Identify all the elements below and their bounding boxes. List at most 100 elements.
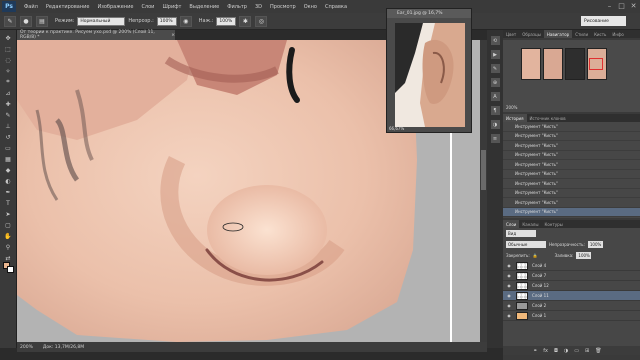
properties-panel-icon[interactable]: ≡ [490,134,500,143]
tab-swatches[interactable]: Образцы [519,30,544,38]
tab-channels[interactable]: Каналы [519,220,541,228]
history-item[interactable]: Инструмент "Кисть" [503,179,640,189]
history-item[interactable]: Инструмент "Кисть" [503,189,640,198]
brush-panel-toggle-icon[interactable]: ▤ [36,15,48,27]
navigator-preview[interactable]: 200% [503,40,640,112]
history-item-current[interactable]: Инструмент "Кисть" [503,207,640,217]
eye-icon[interactable]: ◉ [506,313,512,318]
brush-presets-icon[interactable]: ✎ [490,64,500,73]
navigator-view-box[interactable] [589,58,603,70]
shape-tool-icon[interactable]: ▢ [3,221,14,229]
layer-opacity-field[interactable]: 100% [587,241,603,248]
crop-tool-icon[interactable]: ⌗ [3,78,14,86]
menu-file[interactable]: Файл [20,4,42,10]
eraser-tool-icon[interactable]: ▭ [3,144,14,152]
tab-styles[interactable]: Стили [572,30,591,38]
tab-info[interactable]: Инфо [609,30,626,38]
layer-row[interactable]: ◉ Слой 1 [503,311,640,321]
tab-history[interactable]: История [503,114,527,122]
delete-layer-icon[interactable]: 🗑 [595,348,601,354]
fill-field[interactable]: 100% [576,252,592,259]
quick-select-tool-icon[interactable]: ✧ [3,67,14,75]
new-group-icon[interactable]: ▭ [574,348,579,354]
maximize-icon[interactable]: □ [617,1,626,10]
zoom-tool-icon[interactable]: ⚲ [3,243,14,251]
tab-navigator[interactable]: Навигатор [543,30,573,38]
pressure-opacity-icon[interactable]: ◉ [179,15,192,27]
eye-icon[interactable]: ◉ [506,293,512,298]
hand-tool-icon[interactable]: ✋ [3,232,14,240]
blend-mode-select[interactable]: Обычные [506,241,546,248]
actions-panel-icon[interactable]: ▶ [490,50,500,59]
move-tool-icon[interactable]: ✥ [3,34,14,42]
tab-color[interactable]: Цвет [503,30,519,38]
navigator-zoom-readout[interactable]: 200% [506,105,517,110]
history-item[interactable]: Инструмент "Кисть" [503,170,640,179]
menu-help[interactable]: Справка [321,4,351,10]
layer-row[interactable]: ◉ Слой 4 [503,261,640,271]
tab-paths[interactable]: Контуры [541,220,565,228]
pressure-size-icon[interactable]: ◎ [255,15,268,27]
history-item[interactable]: Инструмент "Кисть" [503,160,640,170]
history-item[interactable]: Инструмент "Кисть" [503,141,640,151]
eye-icon[interactable]: ◉ [506,303,512,308]
document-tab[interactable]: От теории к практике. Рисуем ухо.psd @ 2… [17,30,175,40]
adjustments-panel-icon[interactable]: ◑ [490,120,500,129]
link-layers-icon[interactable]: ⚭ [533,348,537,354]
paragraph-panel-icon[interactable]: ¶ [490,106,500,115]
tab-brush[interactable]: Кисть [591,30,609,38]
layer-filter-select[interactable]: Вид [506,230,536,237]
layer-style-icon[interactable]: fx [543,348,548,354]
opacity-field[interactable]: 100% [156,16,177,26]
menu-image[interactable]: Изображение [93,4,137,10]
menu-select[interactable]: Выделение [185,4,223,10]
adjustment-layer-icon[interactable]: ◑ [564,348,568,354]
type-tool-icon[interactable]: T [3,199,14,207]
brush-size-picker-icon[interactable]: ● [20,15,32,27]
history-item[interactable]: Инструмент "Кисть" [503,122,640,132]
eye-icon[interactable]: ◉ [506,263,512,268]
lasso-tool-icon[interactable]: ◌ [3,56,14,64]
blur-tool-icon[interactable]: ◆ [3,166,14,174]
mode-select[interactable]: Нормальный [77,16,126,26]
new-layer-icon[interactable]: ⊞ [585,348,589,354]
history-item[interactable]: Инструмент "Кисть" [503,151,640,160]
background-color-swatch[interactable] [7,266,14,273]
close-icon[interactable]: ✕ [629,1,638,10]
healing-tool-icon[interactable]: ✚ [3,100,14,108]
airbrush-icon[interactable]: ✱ [239,15,252,27]
minimize-icon[interactable]: – [605,1,614,10]
menu-view[interactable]: Просмотр [266,4,300,10]
brush-tool-icon[interactable]: ✎ [3,111,14,119]
history-item[interactable]: Инструмент "Кисть" [503,198,640,208]
reference-image-window[interactable]: Ear_01.jpg @ 16,7% 66,67% [386,8,472,133]
vertical-scrollbar[interactable] [480,40,487,342]
swap-colors-icon[interactable]: ⇄ [3,254,14,262]
history-item[interactable]: Инструмент "Кисть" [503,132,640,141]
brush-tool-preset-icon[interactable]: ✎ [4,15,16,27]
lock-icon[interactable]: 🔒 [533,253,538,258]
history-panel-icon[interactable]: ⟲ [490,36,500,45]
menu-filter[interactable]: Фильтр [223,4,251,10]
gradient-tool-icon[interactable]: ▦ [3,155,14,163]
menu-type[interactable]: Шрифт [158,4,185,10]
history-brush-tool-icon[interactable]: ↺ [3,133,14,141]
layer-row[interactable]: ◉ Слой 7 [503,271,640,281]
vertical-scrollbar-thumb[interactable] [481,150,486,190]
menu-layers[interactable]: Слои [137,4,158,10]
eye-icon[interactable]: ◉ [506,273,512,278]
menu-3d[interactable]: 3D [251,4,266,10]
tab-clone-source[interactable]: Источник клонов [527,114,569,122]
workspace-select[interactable]: Рисование [581,16,626,26]
add-mask-icon[interactable]: ◘ [554,348,558,354]
clone-source-icon[interactable]: ⊕ [490,78,500,87]
pressure-field[interactable]: 100% [216,16,237,26]
layer-row-selected[interactable]: ◉ Слой 11 [503,291,640,301]
eyedropper-tool-icon[interactable]: ⊿ [3,89,14,97]
close-tab-icon[interactable]: × [171,33,175,38]
stamp-tool-icon[interactable]: ⊥ [3,122,14,130]
layer-row[interactable]: ◉ Слой 12 [503,281,640,291]
dodge-tool-icon[interactable]: ◐ [3,177,14,185]
menu-edit[interactable]: Редактирование [42,4,94,10]
tab-layers[interactable]: Слои [503,220,520,228]
